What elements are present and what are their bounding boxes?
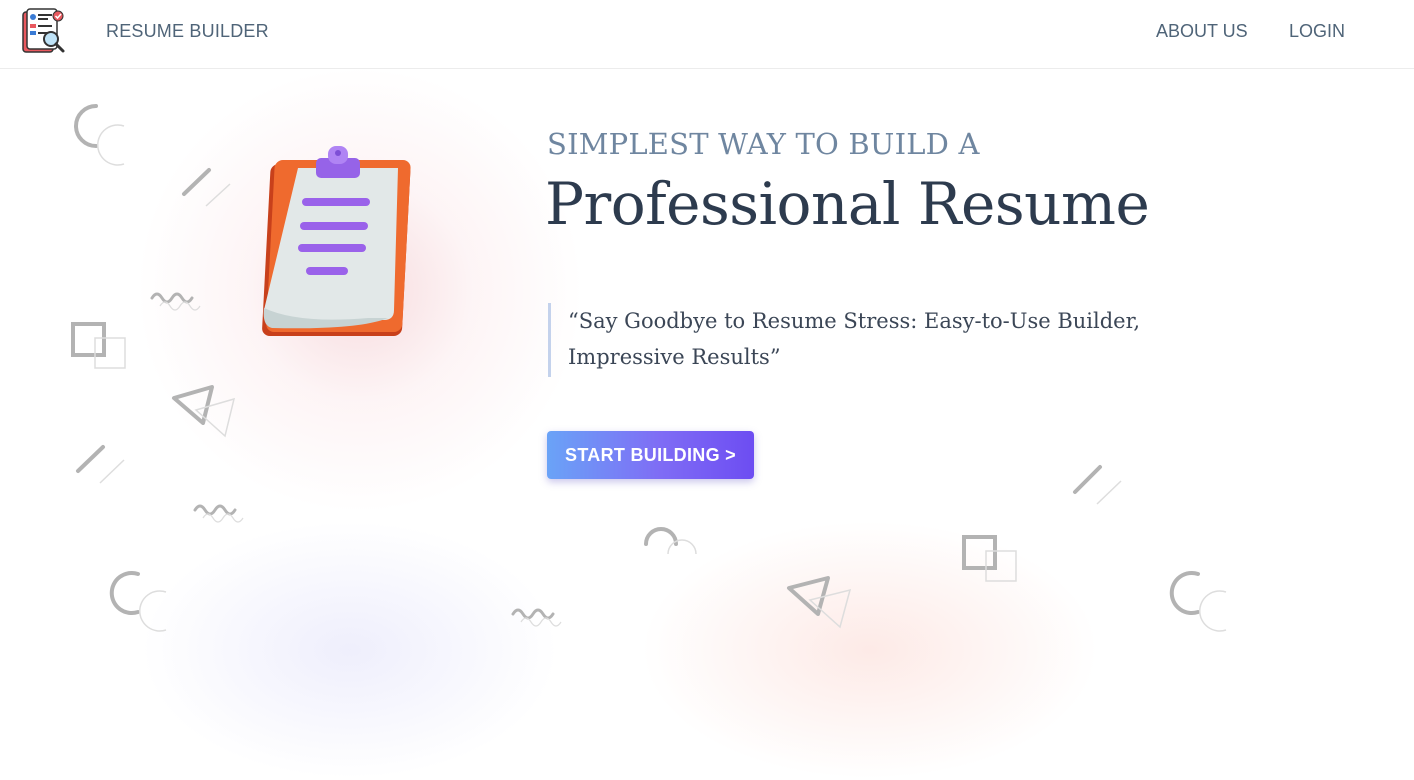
start-building-button[interactable]: START BUILDING >: [547, 431, 754, 479]
arc-shape: [644, 527, 697, 555]
wave-shape: [193, 504, 244, 523]
hero-quote: “Say Goodbye to Resume Stress: Easy-to-U…: [548, 303, 1188, 377]
slash-shape: [182, 168, 231, 207]
triangle-shape: [787, 576, 852, 629]
triangle-shape: [172, 385, 236, 438]
wave-shape: [511, 608, 562, 627]
square-shape: [71, 322, 126, 369]
hero-headline: Professional Resume: [545, 170, 1150, 238]
square-shape: [962, 535, 1017, 582]
wave-shape: [150, 292, 201, 311]
slash-shape: [76, 445, 125, 484]
slash-shape: [1073, 465, 1122, 505]
clipboard-icon: [258, 140, 418, 340]
arc-shape: [1169, 571, 1227, 632]
arc-shape: [74, 104, 125, 166]
hero-tagline: SIMPLEST WAY TO BUILD A: [547, 127, 980, 161]
arc-shape: [109, 571, 167, 632]
